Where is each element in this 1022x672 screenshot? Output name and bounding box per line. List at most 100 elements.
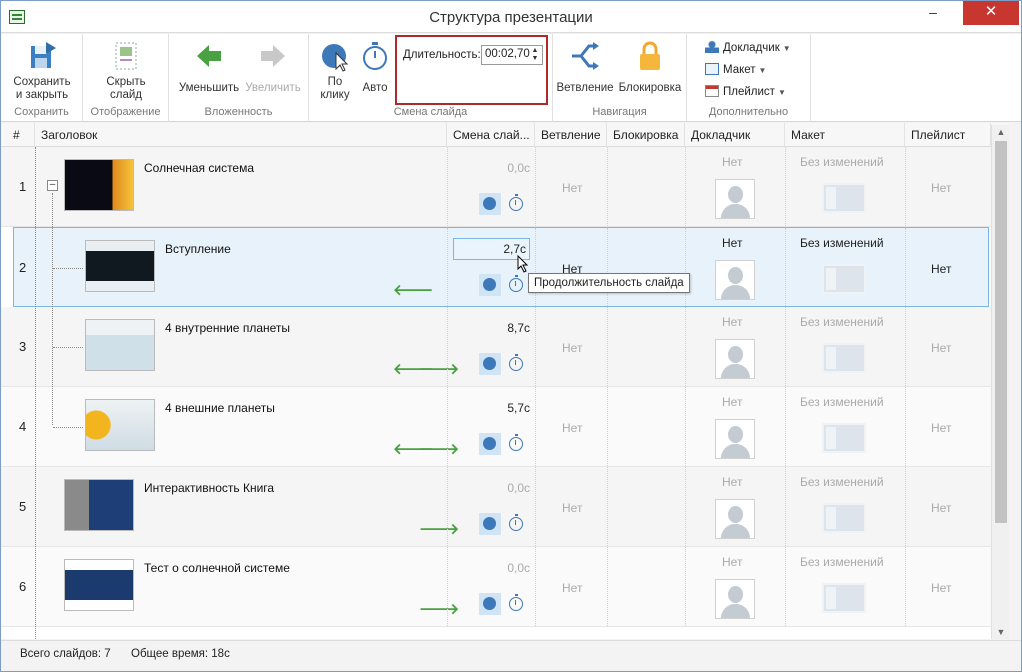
branching-value[interactable]: Нет: [562, 421, 582, 435]
layout-preview-icon[interactable]: [822, 183, 866, 213]
layout-value[interactable]: Без изменений: [800, 155, 884, 169]
scroll-up-icon[interactable]: ▲: [992, 125, 1010, 139]
auto-timer-icon[interactable]: [509, 514, 523, 531]
on-click-icon[interactable]: [479, 433, 501, 455]
layout-value[interactable]: Без изменений: [800, 395, 884, 409]
layout-preview-icon[interactable]: [822, 583, 866, 613]
auto-timer-icon[interactable]: [509, 354, 523, 371]
playlist-value[interactable]: Нет: [931, 341, 951, 355]
col-slide-change[interactable]: Смена слай...: [447, 123, 535, 147]
playlist-value[interactable]: Нет: [931, 581, 951, 595]
presenter-value[interactable]: Нет: [722, 395, 742, 409]
slide-thumbnail[interactable]: [85, 399, 155, 451]
col-lock[interactable]: Блокировка: [607, 123, 685, 147]
scroll-thumb[interactable]: [995, 141, 1007, 523]
collapse-icon[interactable]: –: [47, 180, 58, 191]
slide-thumbnail[interactable]: [64, 559, 134, 611]
slide-duration[interactable]: 0,0с: [450, 161, 530, 175]
slide-thumbnail[interactable]: [85, 240, 155, 292]
auto-timer-icon[interactable]: [509, 434, 523, 451]
on-click-icon[interactable]: [479, 353, 501, 375]
auto-timer-icon[interactable]: [509, 275, 523, 292]
col-presenter[interactable]: Докладчик: [685, 123, 785, 147]
col-title[interactable]: Заголовок: [35, 123, 447, 147]
presenter-avatar-icon[interactable]: [715, 260, 755, 300]
presenter-value[interactable]: Нет: [722, 475, 742, 489]
table-row[interactable]: 1 Солнечная система 0,0с Нет Нет Без изменени…: [1, 147, 991, 227]
playlist-dropdown[interactable]: Плейлист ▼: [705, 85, 786, 98]
vertical-scrollbar[interactable]: ▲ ▼: [991, 125, 1009, 639]
slide-title[interactable]: 4 внутренние планеты: [165, 321, 290, 335]
on-click-icon[interactable]: [479, 274, 501, 296]
increase-level-icon[interactable]: 🡒: [419, 599, 459, 618]
presenter-value[interactable]: Нет: [722, 555, 742, 569]
presenter-avatar-icon[interactable]: [715, 179, 755, 219]
playlist-value[interactable]: Нет: [931, 501, 951, 515]
on-click-icon[interactable]: [479, 593, 501, 615]
presenter-avatar-icon[interactable]: [715, 499, 755, 539]
slide-title[interactable]: 4 внешние планеты: [165, 401, 275, 415]
presenter-dropdown[interactable]: Докладчик ▼: [705, 41, 791, 54]
layout-preview-icon[interactable]: [822, 264, 866, 294]
layout-dropdown[interactable]: Макет ▼: [705, 63, 766, 76]
slide-thumbnail[interactable]: [85, 319, 155, 371]
slide-duration[interactable]: 8,7с: [450, 321, 530, 335]
playlist-value[interactable]: Нет: [931, 421, 951, 435]
branching-value[interactable]: Нет: [562, 501, 582, 515]
presenter-avatar-icon[interactable]: [715, 579, 755, 619]
slide-title[interactable]: Вступление: [165, 242, 231, 256]
hide-slide-button[interactable]: Скрыть слайд: [91, 40, 161, 102]
layout-preview-icon[interactable]: [822, 343, 866, 373]
col-playlist[interactable]: Плейлист: [905, 123, 991, 147]
table-row[interactable]: 44 внешние планеты 🡐 🡒 5,7с Нет Нет Без измене…: [1, 387, 991, 467]
playlist-value[interactable]: Нет: [931, 181, 951, 195]
on-click-icon[interactable]: [479, 513, 501, 535]
slide-title[interactable]: Солнечная система: [144, 161, 254, 175]
auto-button[interactable]: Авто: [357, 40, 393, 95]
duration-input[interactable]: 00:02,70 ▲ ▼: [481, 45, 543, 65]
scroll-down-icon[interactable]: ▼: [992, 625, 1010, 639]
presenter-avatar-icon[interactable]: [715, 419, 755, 459]
lock-button[interactable]: Блокировка: [615, 40, 685, 95]
slide-duration[interactable]: 0,0с: [450, 481, 530, 495]
table-row[interactable]: 5 Интерактивность Книга 🡒 0,0с Нет Нет Без изм…: [1, 467, 991, 547]
slide-duration[interactable]: 5,7с: [450, 401, 530, 415]
col-branching[interactable]: Ветвление: [535, 123, 607, 147]
layout-preview-icon[interactable]: [822, 423, 866, 453]
playlist-value[interactable]: Нет: [931, 262, 951, 276]
slide-title[interactable]: Тест о солнечной системе: [144, 561, 290, 575]
col-layout[interactable]: Макет: [785, 123, 905, 147]
on-click-icon[interactable]: [479, 193, 501, 215]
layout-value[interactable]: Без изменений: [800, 315, 884, 329]
close-button[interactable]: ✕: [963, 1, 1019, 25]
col-number[interactable]: #: [1, 123, 35, 147]
table-row[interactable]: 6 Тест о солнечной системе 🡒 0,0с Нет Нет Без …: [1, 547, 991, 627]
presenter-value[interactable]: Нет: [722, 236, 742, 250]
spin-up-icon[interactable]: ▲: [530, 47, 540, 55]
presenter-value[interactable]: Нет: [722, 315, 742, 329]
duration-spinner[interactable]: ▲ ▼: [530, 47, 540, 63]
slide-duration[interactable]: 0,0с: [450, 561, 530, 575]
layout-value[interactable]: Без изменений: [800, 236, 884, 250]
decrease-button[interactable]: Уменьшить: [177, 40, 241, 95]
minimize-button[interactable]: –: [917, 1, 949, 25]
table-row[interactable]: 2 Вступление 🡐 2,7с Нет Нет Без изменений Нет: [13, 227, 989, 307]
presenter-avatar-icon[interactable]: [715, 339, 755, 379]
decrease-level-icon[interactable]: 🡐: [393, 280, 433, 299]
spin-down-icon[interactable]: ▼: [530, 55, 540, 63]
presenter-value[interactable]: Нет: [722, 155, 742, 169]
save-close-button[interactable]: Сохранить и закрыть: [7, 40, 77, 102]
slide-thumbnail[interactable]: [64, 159, 134, 211]
auto-timer-icon[interactable]: [509, 594, 523, 611]
branching-value[interactable]: Нет: [562, 181, 582, 195]
increase-button[interactable]: Увеличить: [241, 40, 305, 95]
layout-preview-icon[interactable]: [822, 503, 866, 533]
on-click-button[interactable]: По клику: [315, 40, 355, 102]
slide-title[interactable]: Интерактивность Книга: [144, 481, 274, 495]
branching-button[interactable]: Ветвление: [555, 40, 615, 95]
branching-value[interactable]: Нет: [562, 341, 582, 355]
branching-value[interactable]: Нет: [562, 581, 582, 595]
increase-level-icon[interactable]: 🡒: [419, 519, 459, 538]
auto-timer-icon[interactable]: [509, 194, 523, 211]
slide-thumbnail[interactable]: [64, 479, 134, 531]
